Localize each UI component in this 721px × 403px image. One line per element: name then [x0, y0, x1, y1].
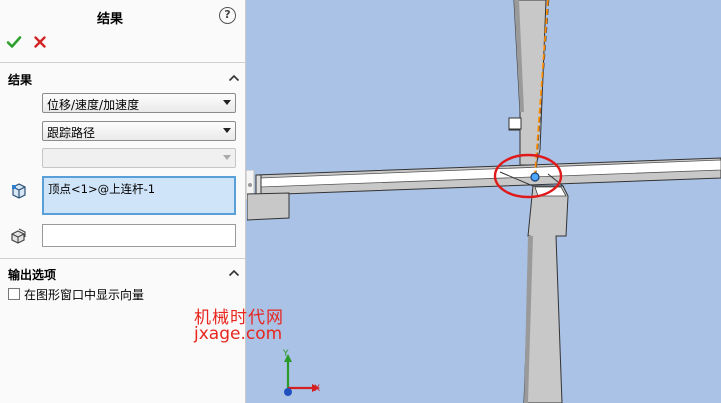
selected-vertex-point[interactable]	[530, 172, 540, 182]
chevron-up-icon[interactable]	[227, 266, 241, 280]
cancel-button[interactable]	[33, 35, 47, 49]
panel-header: 结果 ?	[0, 0, 246, 32]
panel-title: 结果	[96, 12, 123, 27]
x-icon	[34, 36, 46, 48]
sub-type-select-value: 跟踪路径	[47, 126, 96, 140]
output-section-title: 输出选项	[8, 268, 57, 282]
results-section-title: 结果	[8, 73, 33, 87]
section-divider	[0, 258, 246, 259]
help-icon[interactable]: ?	[219, 7, 236, 24]
secondary-selection-box[interactable]	[42, 224, 236, 247]
component-selection-icon	[11, 228, 26, 244]
horizontal-link-end	[255, 174, 262, 196]
chevron-up-icon[interactable]	[227, 71, 241, 85]
results-section-header[interactable]: 结果	[0, 67, 246, 89]
triad-x-label: X	[314, 384, 320, 394]
vertex-selection-icon	[12, 183, 26, 199]
dropdown-arrow-icon	[223, 128, 231, 133]
reference-triad: Y X	[282, 349, 320, 396]
upper-link-notch	[508, 117, 522, 130]
selected-entities-list[interactable]: 顶点<1>@上连杆-1	[42, 176, 236, 215]
graphics-viewport[interactable]: Y X	[247, 0, 721, 403]
selected-entity-item[interactable]: 顶点<1>@上连杆-1	[48, 181, 155, 197]
sub-type-select[interactable]: 跟踪路径	[42, 121, 236, 141]
result-type-select[interactable]: 位移/速度/加速度	[42, 93, 236, 113]
triad-y-label: Y	[282, 349, 289, 359]
left-base-part	[247, 192, 290, 221]
watermark-url: jxage.com	[194, 324, 283, 344]
dropdown-arrow-icon	[223, 100, 231, 105]
component-select	[42, 148, 236, 168]
show-vector-label[interactable]: 在图形窗口中显示向量	[24, 286, 144, 303]
result-type-select-value: 位移/速度/加速度	[47, 98, 140, 112]
show-vector-checkbox[interactable]	[8, 288, 20, 300]
upper-link-part[interactable]	[508, 0, 547, 166]
checkmark-icon	[6, 36, 22, 48]
output-section-header[interactable]: 输出选项	[0, 262, 246, 284]
section-divider	[0, 62, 246, 63]
ok-button[interactable]	[6, 34, 22, 50]
dropdown-arrow-icon	[223, 155, 231, 160]
